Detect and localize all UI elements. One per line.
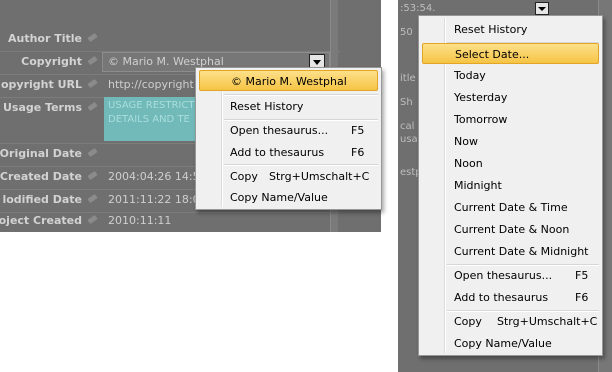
context-menu-date: Reset History Select Date... Today Yeste… <box>418 15 603 356</box>
field-label: Usage Terms <box>2 101 82 114</box>
menu-item-copy-name-value[interactable]: Copy Name/Value <box>199 187 378 208</box>
menu-item-midnight[interactable]: Midnight <box>422 175 599 196</box>
menu-item-shortcut: F5 <box>575 269 589 282</box>
menu-item-label: Current Date & Noon <box>454 223 570 236</box>
menu-item-noon[interactable]: Noon <box>422 153 599 174</box>
field-value[interactable]: http://copyright <box>108 78 194 91</box>
menu-item-tomorrow[interactable]: Tomorrow <box>422 109 599 130</box>
pencil-icon[interactable] <box>87 147 98 158</box>
field-value[interactable]: 2004:04:26 14:53 <box>108 170 207 183</box>
field-label: Created Date <box>0 170 82 183</box>
menu-item-copy[interactable]: Copy Strg+Umschalt+C <box>199 166 378 187</box>
menu-item-current-date-time[interactable]: Current Date & Time <box>422 197 599 218</box>
field-value-fragment: 50 <box>400 27 413 38</box>
menu-item-open-thesaurus[interactable]: Open thesaurus... F5 <box>422 265 599 286</box>
field-label-fragment: usa <box>400 134 418 145</box>
menu-item-copy[interactable]: Copy Strg+Umschalt+C <box>422 311 599 332</box>
menu-item-label: Copy Name/Value <box>230 191 328 204</box>
menu-item-label: Current Date & Midnight <box>454 245 589 258</box>
menu-item-copy-name-value[interactable]: Copy Name/Value <box>422 333 599 354</box>
menu-item-add-to-thesaurus[interactable]: Add to thesaurus F6 <box>422 287 599 308</box>
menu-item-label: Reset History <box>454 23 528 36</box>
menu-item-label: Reset History <box>230 100 304 113</box>
menu-item-label: Copy Name/Value <box>454 337 552 350</box>
menu-item-label: Now <box>454 135 478 148</box>
menu-item-label: Copy <box>230 170 258 183</box>
pencil-icon[interactable] <box>87 193 98 204</box>
field-label: Original Date <box>0 147 82 160</box>
menu-item-shortcut: Strg+Umschalt+C <box>497 315 598 328</box>
field-label: opyright URL <box>0 78 82 91</box>
menu-item-label: Add to thesaurus <box>454 291 549 304</box>
menu-item-shortcut: Strg+Umschalt+C <box>269 170 370 183</box>
menu-item-label: Noon <box>454 157 483 170</box>
menu-item-label: Today <box>454 69 486 82</box>
menu-item-yesterday[interactable]: Yesterday <box>422 87 599 108</box>
context-menu-copyright: © Mario M. Westphal Reset History Open t… <box>195 67 382 210</box>
menu-item-label: Select Date... <box>455 48 530 61</box>
menu-item-label: © Mario M. Westphal <box>231 75 347 88</box>
pencil-icon[interactable] <box>87 214 98 225</box>
menu-item-today[interactable]: Today <box>422 65 599 86</box>
field-label: oject Created <box>0 214 82 227</box>
pencil-icon[interactable] <box>87 55 98 66</box>
field-value[interactable]: 2010:11:11 <box>108 214 171 227</box>
menu-item-current-date-noon[interactable]: Current Date & Noon <box>422 219 599 240</box>
menu-item-label: Yesterday <box>454 91 508 104</box>
field-label-fragment: itle <box>400 73 416 84</box>
menu-item-label: Open thesaurus... <box>230 124 329 137</box>
menu-item-shortcut: F5 <box>351 124 365 137</box>
field-label: lodified Date <box>2 193 82 206</box>
menu-item-label: Copy <box>454 315 482 328</box>
menu-item-open-thesaurus[interactable]: Open thesaurus... F5 <box>199 120 378 141</box>
menu-item-shortcut: F6 <box>351 146 365 159</box>
menu-item-now[interactable]: Now <box>422 131 599 152</box>
menu-item-label: Add to thesaurus <box>230 146 325 159</box>
menu-item-label: Open thesaurus... <box>454 269 553 282</box>
menu-item-reset-history[interactable]: Reset History <box>199 96 378 117</box>
field-row-author-title: Author Title <box>0 28 340 51</box>
menu-item-label: Midnight <box>454 179 502 192</box>
field-value-fragment: :53:54. <box>400 3 436 14</box>
dropdown-button[interactable] <box>535 2 549 15</box>
field-label: Copyright <box>21 55 82 68</box>
field-label-fragment: Sh <box>400 97 413 108</box>
field-value[interactable]: 2011:11:22 18:09 <box>108 193 207 206</box>
menu-item-current-date-midnight[interactable]: Current Date & Midnight <box>422 241 599 262</box>
menu-item-shortcut: F6 <box>575 291 589 304</box>
field-label: Author Title <box>7 32 82 45</box>
usage-terms-field[interactable]: USAGE RESTRICT DETAILS AND TE <box>104 97 208 141</box>
field-row-object-created: oject Created 2010:11:11 <box>0 210 340 232</box>
menu-item-reset-history[interactable]: Reset History <box>422 19 599 40</box>
pencil-icon[interactable] <box>87 101 98 112</box>
field-label-fragment: cal <box>400 121 415 132</box>
pencil-icon[interactable] <box>87 78 98 89</box>
menu-item-history-value[interactable]: © Mario M. Westphal <box>199 70 378 91</box>
pencil-icon[interactable] <box>87 170 98 181</box>
pencil-icon[interactable] <box>87 32 98 43</box>
menu-item-select-date[interactable]: Select Date... <box>422 43 599 64</box>
menu-item-label: Tomorrow <box>454 113 508 126</box>
menu-item-label: Current Date & Time <box>454 201 568 214</box>
menu-item-add-to-thesaurus[interactable]: Add to thesaurus F6 <box>199 142 378 163</box>
